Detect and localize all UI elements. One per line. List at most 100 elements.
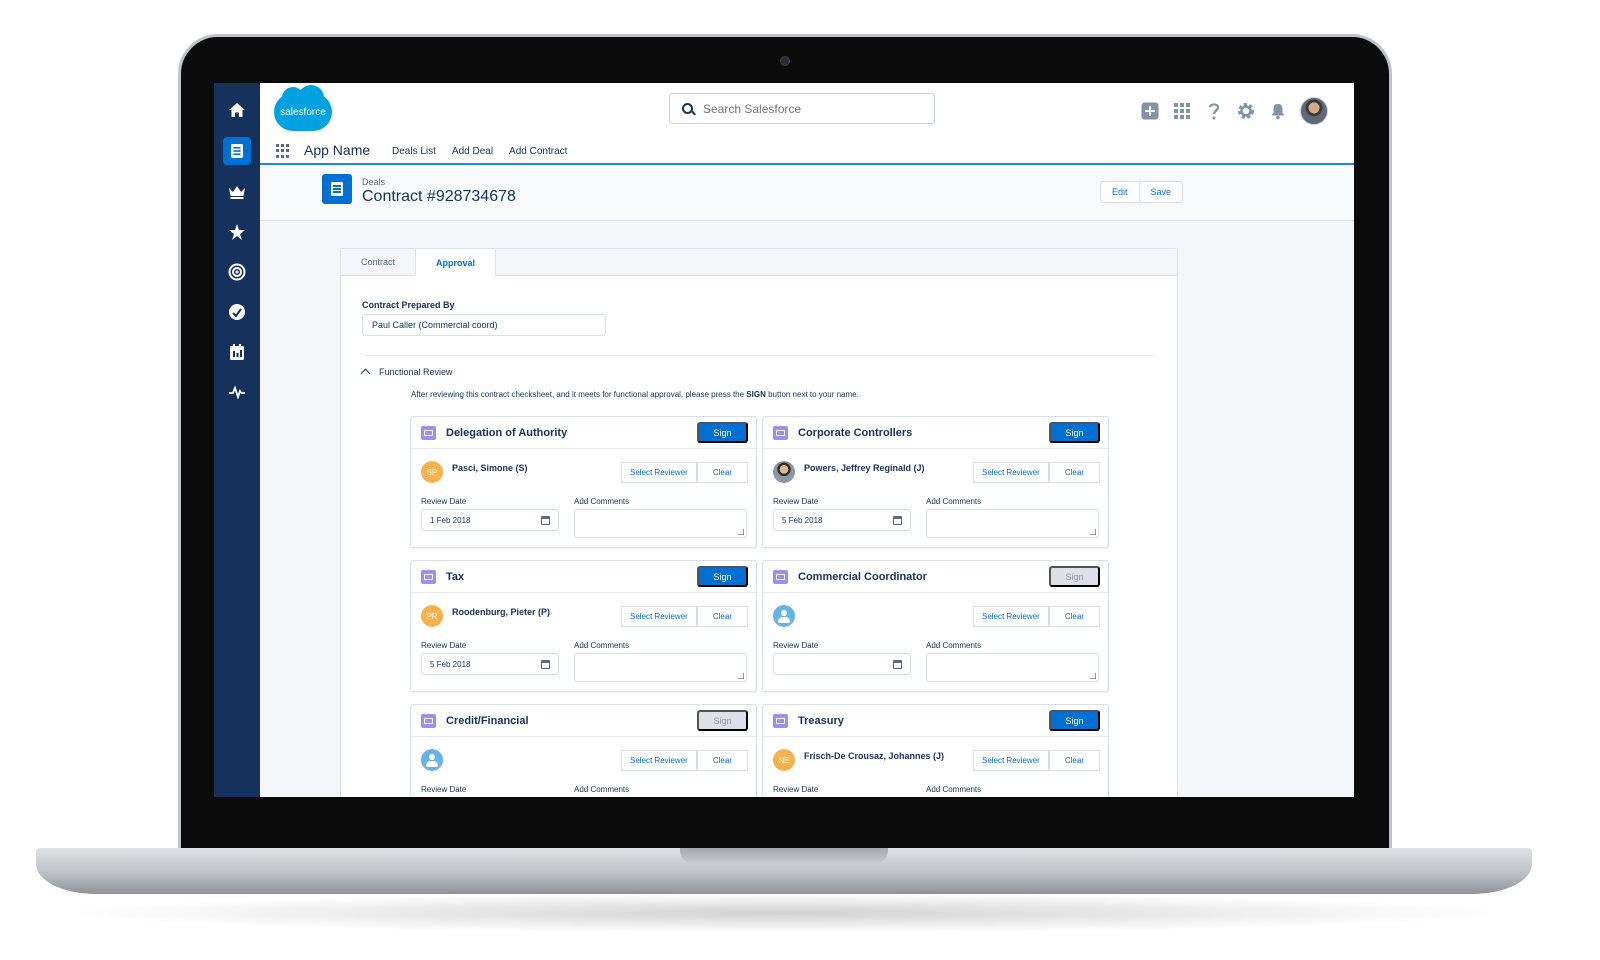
calendar-icon[interactable] [541,516,550,525]
clear-button[interactable]: Clear [1048,606,1100,627]
global-header: salesforce App Name [260,83,1354,165]
review-card-header: Delegation of Authority Sign [411,417,756,449]
nav-item-deals-list[interactable]: Deals List [392,146,436,157]
reviewer-actions: Select Reviewer Clear [973,462,1100,483]
sign-button[interactable]: Sign [697,422,748,443]
user-avatar[interactable] [1300,97,1328,125]
review-card-header: Credit/Financial Sign [411,705,756,737]
sign-button[interactable]: Sign [1049,422,1100,443]
reviewer-avatar [421,749,443,771]
calendar-board-icon[interactable] [223,338,251,366]
nav-item-add-deal[interactable]: Add Deal [452,146,493,157]
search-input[interactable] [703,101,923,116]
settings-icon[interactable] [1236,101,1256,121]
edit-button[interactable]: Edit [1100,181,1140,203]
bell-icon[interactable] [1268,101,1288,121]
functional-review-toggle[interactable]: Functional Review [360,367,453,379]
contract-record-icon [322,174,352,204]
review-card-commercial-coordinator: Commercial Coordinator Sign Select Revie… [762,560,1109,692]
review-date-input[interactable]: 5 Feb 2018 [421,653,559,675]
comments-textarea[interactable] [574,509,747,538]
comments-textarea[interactable] [574,653,747,682]
app-launcher-icon[interactable] [276,144,290,158]
tab-bar: Contract Approval [341,249,1177,277]
screen: salesforce App Name [214,83,1354,797]
calendar-icon[interactable] [541,660,550,669]
waffle-icon[interactable] [1172,101,1192,121]
select-reviewer-button[interactable]: Select Reviewer [973,750,1049,771]
record-eyebrow: Deals [362,177,386,187]
reviewer-name: Powers, Jeffrey Reginald (J) [804,463,925,473]
calendar-icon[interactable] [893,660,902,669]
calendar-icon[interactable] [893,516,902,525]
pulse-icon[interactable] [223,378,251,406]
select-reviewer-button[interactable]: Select Reviewer [621,750,697,771]
comments-textarea[interactable] [926,653,1099,682]
nav-item-add-contract[interactable]: Add Contract [509,146,567,157]
clear-button[interactable]: Clear [1048,750,1100,771]
reviewer-actions: Select Reviewer Clear [621,606,748,627]
review-date-input[interactable]: 1 Feb 2018 [421,509,559,531]
sign-button[interactable]: Sign [1049,566,1100,587]
global-search[interactable] [669,93,935,124]
instructions-text: After reviewing this contract checksheet… [411,390,859,399]
page-title: Contract #928734678 [362,188,516,205]
reviewer-name: Pasci, Simone (S) [452,463,528,473]
reviewer-actions: Select Reviewer Clear [973,606,1100,627]
reviewer-avatar: PR [421,605,443,627]
review-date-input[interactable] [773,653,911,675]
clear-button[interactable]: Clear [696,750,748,771]
comments-textarea[interactable] [926,509,1099,538]
gauge-icon[interactable] [223,298,251,326]
person-star-icon[interactable] [223,218,251,246]
review-title: Credit/Financial [446,715,529,727]
review-card-header: Tax Sign [411,561,756,593]
review-title: Delegation of Authority [446,427,568,439]
clear-button[interactable]: Clear [696,462,748,483]
laptop-shadow [60,893,1508,933]
header-actions [1140,97,1328,125]
review-title: Corporate Controllers [798,427,913,439]
prepared-by-field[interactable] [362,314,606,336]
review-title: Tax [446,571,465,583]
review-date-label: Review Date [421,641,467,650]
clear-button[interactable]: Clear [696,606,748,627]
contract-icon[interactable] [223,137,251,165]
add-comments-label: Add Comments [574,785,630,794]
review-title: Commercial Coordinator [798,571,927,583]
select-reviewer-button[interactable]: Select Reviewer [621,462,697,483]
select-reviewer-button[interactable]: Select Reviewer [973,462,1049,483]
section-title: Functional Review [379,367,453,377]
add-comments-label: Add Comments [926,497,982,506]
select-reviewer-button[interactable]: Select Reviewer [973,606,1049,627]
add-icon[interactable] [1140,101,1160,121]
id-card-icon [773,570,788,584]
review-date-label: Review Date [773,497,819,506]
id-card-icon [773,426,788,440]
help-icon[interactable] [1204,101,1224,121]
sign-button[interactable]: Sign [697,566,748,587]
clear-button[interactable]: Clear [1048,462,1100,483]
reviewer-actions: Select Reviewer Clear [621,750,748,771]
review-date-input[interactable]: 5 Feb 2018 [773,509,911,531]
tab-contract[interactable]: Contract [341,249,417,275]
review-card-credit-financial: Credit/Financial Sign Select Reviewer Cl… [410,704,757,797]
approval-card: Contract Approval Contract Prepared By F… [340,248,1178,797]
select-reviewer-button[interactable]: Select Reviewer [621,606,697,627]
sign-button[interactable]: Sign [1049,710,1100,731]
target-icon[interactable] [223,258,251,286]
id-card-icon [421,714,436,728]
add-comments-label: Add Comments [574,497,630,506]
logo-text: salesforce [280,106,326,118]
salesforce-logo[interactable]: salesforce [274,85,332,131]
save-button[interactable]: Save [1139,181,1184,203]
tab-approval[interactable]: Approval [416,249,497,277]
review-card-tax: Tax Sign PR Roodenburg, Pieter (P) Selec… [410,560,757,692]
review-date-label: Review Date [773,785,819,794]
home-icon[interactable] [223,96,251,124]
sign-button[interactable]: Sign [697,710,748,731]
review-card-header: Treasury Sign [763,705,1108,737]
review-card-delegation-of-authority: Delegation of Authority Sign SP Pasci, S… [410,416,757,548]
review-title: Treasury [798,715,844,727]
crown-icon[interactable] [223,178,251,206]
